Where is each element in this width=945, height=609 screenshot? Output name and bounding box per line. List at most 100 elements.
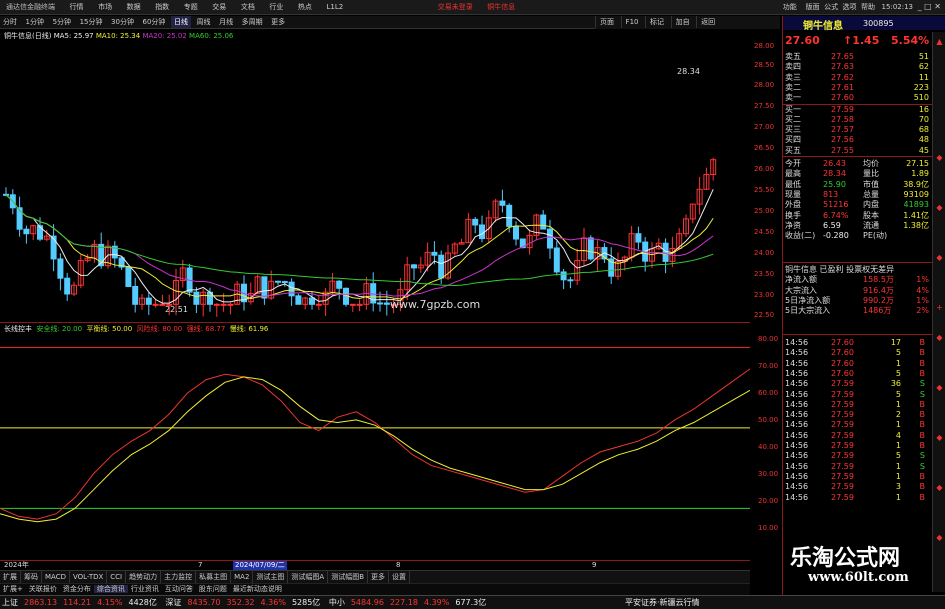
info-tab[interactable]: 资金分布 bbox=[60, 585, 94, 593]
indicator-tab[interactable]: 筹码 bbox=[21, 571, 42, 583]
flow-row: 5日净流入额 990.2万 1% bbox=[783, 296, 931, 306]
menu-item[interactable]: 数据 bbox=[121, 0, 147, 14]
menu-help[interactable]: 帮助 bbox=[861, 3, 875, 11]
info-tab[interactable]: 综合资讯 bbox=[93, 585, 128, 593]
period-tab[interactable]: 月线 bbox=[216, 16, 236, 28]
indicator-legend: 长线控丰 安全线: 20.00 平衡线: 50.00 风险线: 80.00 强线… bbox=[4, 324, 268, 334]
candle bbox=[513, 221, 519, 246]
candle bbox=[533, 213, 540, 241]
period-tab[interactable]: 周线 bbox=[194, 16, 214, 28]
index-label[interactable]: 深证 bbox=[165, 598, 181, 607]
tick-side: S bbox=[919, 451, 925, 461]
tick-price: 27.60 bbox=[831, 358, 854, 368]
tick-time: 14:56 bbox=[785, 368, 809, 378]
tick-side: B bbox=[919, 358, 926, 368]
price-tick: 26.00 bbox=[754, 165, 775, 173]
side-toolbar-icon[interactable]: ◆ bbox=[934, 432, 945, 443]
candle bbox=[71, 281, 77, 297]
menu-item[interactable]: 文档 bbox=[235, 0, 261, 14]
toolbar-f10-button[interactable]: F10 bbox=[620, 16, 643, 28]
side-toolbar-icon[interactable]: ◆ bbox=[934, 332, 945, 343]
indicator-chart[interactable] bbox=[0, 334, 750, 564]
menu-options[interactable]: 选项 bbox=[843, 3, 857, 11]
info-tab[interactable]: 行业资讯 bbox=[128, 585, 162, 593]
side-toolbar-icon[interactable]: ◆ bbox=[934, 482, 945, 493]
indicator-tab[interactable]: 主力监控 bbox=[161, 571, 197, 583]
price-tick: 25.00 bbox=[754, 207, 775, 215]
indicator-tab[interactable]: 扩展 bbox=[0, 571, 21, 583]
menu-item[interactable]: 行情 bbox=[64, 0, 90, 14]
ask-volume: 510 bbox=[913, 93, 929, 103]
toolbar-add-button[interactable]: 加自 bbox=[670, 16, 694, 28]
menu-item[interactable]: 专题 bbox=[178, 0, 204, 14]
toolbar-page-button[interactable]: 页面 bbox=[595, 16, 618, 28]
tick-side: B bbox=[919, 471, 926, 481]
price-row: 27.60 ↑1.45 5.54% bbox=[783, 34, 931, 50]
tick-time: 14:56 bbox=[785, 379, 809, 389]
info-tab[interactable]: 最近新动态说明 bbox=[230, 585, 285, 593]
period-tab[interactable]: 30分钟 bbox=[108, 16, 137, 28]
tick-time: 14:56 bbox=[785, 399, 809, 409]
info-tab[interactable]: 关联报价 bbox=[26, 585, 60, 593]
window-controls-icon[interactable]: _ □ ✕ bbox=[918, 0, 941, 14]
info-tab[interactable]: 互动问答 bbox=[162, 585, 196, 593]
period-tab[interactable]: 1分钟 bbox=[23, 16, 47, 28]
toolbar-back-button[interactable]: 返回 bbox=[696, 16, 719, 28]
menu-item[interactable]: 行业 bbox=[263, 0, 289, 14]
last-price: 27.60 bbox=[785, 34, 820, 47]
indicator-tab[interactable]: VOL-TDX bbox=[70, 571, 108, 583]
index-amount: 677.3亿 bbox=[455, 598, 487, 607]
period-tab[interactable]: 15分钟 bbox=[77, 16, 106, 28]
indicator-tab[interactable]: MACD bbox=[42, 571, 70, 583]
menu-item[interactable]: 指数 bbox=[149, 0, 175, 14]
menu-item[interactable]: 市场 bbox=[92, 0, 118, 14]
price-change-pct: 5.54% bbox=[891, 34, 930, 47]
bid-label: 买三 bbox=[785, 125, 801, 135]
menu-formula[interactable]: 公式 bbox=[824, 3, 838, 11]
index-label[interactable]: 上证 bbox=[2, 598, 18, 607]
side-toolbar-icon[interactable]: ◆ bbox=[934, 252, 945, 263]
indicator-tab[interactable]: 设置 bbox=[389, 571, 411, 583]
period-tab[interactable]: 60分钟 bbox=[140, 16, 169, 28]
stock-name-link[interactable]: 铜牛信息 bbox=[481, 0, 521, 14]
side-toolbar-icon[interactable]: ◆ bbox=[934, 382, 945, 393]
side-toolbar-icon[interactable]: + bbox=[934, 302, 945, 313]
price-tick: 26.50 bbox=[754, 144, 775, 152]
flow-pct: 2% bbox=[916, 306, 929, 316]
price-tick: 25.50 bbox=[754, 186, 775, 194]
period-tab-daily[interactable]: 日线 bbox=[170, 16, 191, 28]
menu-layout[interactable]: 版面 bbox=[806, 3, 820, 11]
tick-row: 14:56 27.59 5 S bbox=[783, 390, 931, 400]
period-tab[interactable]: 5分钟 bbox=[50, 16, 74, 28]
tags-row: 铜牛信息 已盈利 投票权无差异 bbox=[783, 265, 931, 275]
trade-login-link[interactable]: 交易未登录 bbox=[432, 0, 479, 14]
index-label[interactable]: 中小 bbox=[329, 598, 345, 607]
period-tab[interactable]: 分时 bbox=[0, 16, 20, 28]
indicator-tab[interactable]: 测试幅图B bbox=[328, 571, 369, 583]
indicator-tab[interactable]: CCI bbox=[107, 571, 127, 583]
bid-row: 买三 27.57 68 bbox=[783, 125, 931, 135]
period-tab[interactable]: 多周期 bbox=[239, 16, 266, 28]
candle bbox=[492, 198, 499, 223]
info-tab[interactable]: 股东问题 bbox=[196, 585, 230, 593]
indicator-tab[interactable]: 趋势动力 bbox=[126, 571, 162, 583]
indicator-tab[interactable]: MA2 bbox=[231, 571, 254, 583]
menu-item[interactable]: 热点 bbox=[292, 0, 318, 14]
tick-time: 14:56 bbox=[785, 451, 809, 461]
side-toolbar-icon[interactable]: ◆ bbox=[934, 532, 945, 543]
toolbar-mark-button[interactable]: 标记 bbox=[645, 16, 668, 28]
side-toolbar-icon[interactable]: ▲ bbox=[934, 36, 945, 47]
side-toolbar-icon[interactable]: ◆ bbox=[934, 152, 945, 163]
flow-label: 5日大宗流入 bbox=[785, 306, 831, 316]
info-tab[interactable]: 扩展+ bbox=[0, 585, 26, 593]
period-tab-more[interactable]: 更多 bbox=[268, 16, 288, 28]
menu-function[interactable]: 功能 bbox=[783, 3, 797, 11]
menu-item[interactable]: 交易 bbox=[206, 0, 232, 14]
indicator-tab[interactable]: 更多 bbox=[368, 571, 390, 583]
indicator-tab[interactable]: 私募主图 bbox=[196, 571, 232, 583]
side-toolbar-icon[interactable]: ◆ bbox=[934, 202, 945, 213]
menu-item[interactable]: L1L2 bbox=[320, 0, 349, 14]
indicator-tab[interactable]: 测试幅图A bbox=[288, 571, 329, 583]
candlestick-chart[interactable] bbox=[0, 40, 750, 320]
indicator-tab[interactable]: 测试主图 bbox=[253, 571, 289, 583]
